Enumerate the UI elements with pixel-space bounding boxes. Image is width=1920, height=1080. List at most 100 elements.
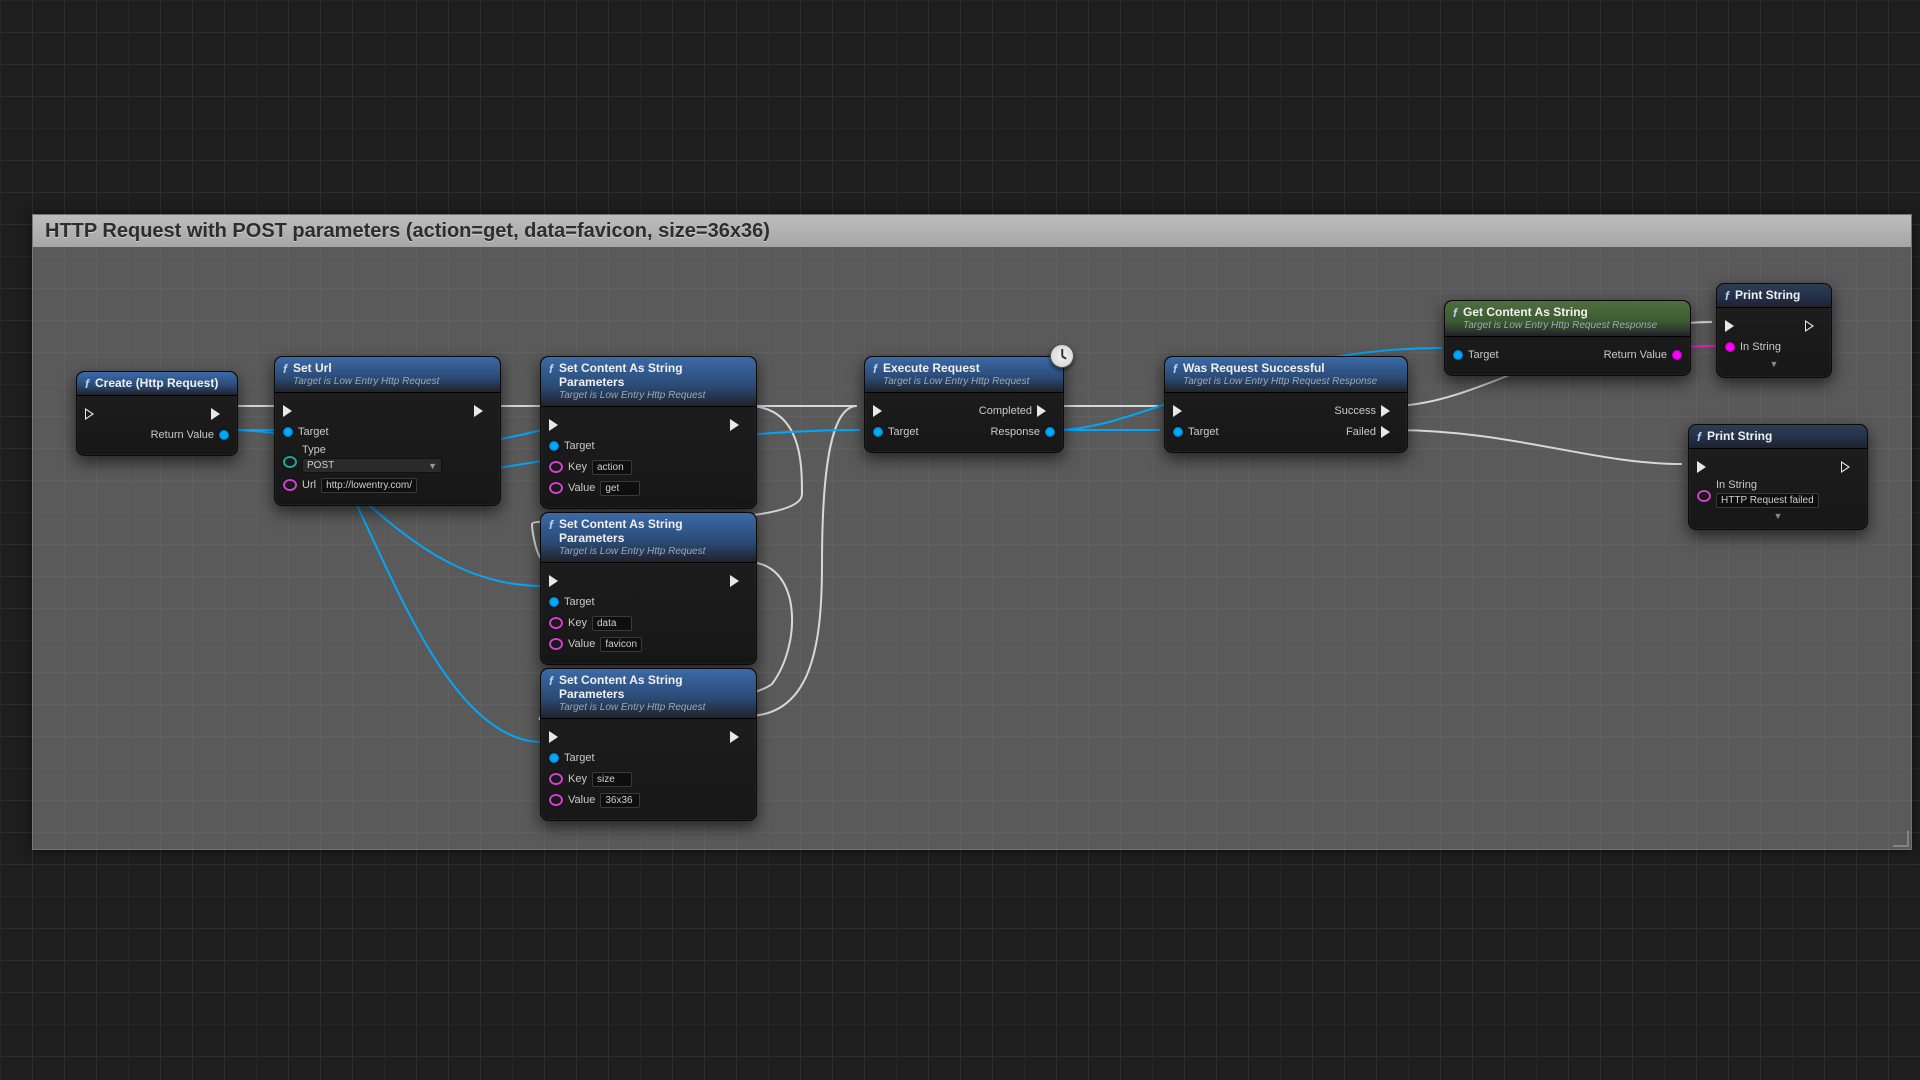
function-icon: f [1697, 431, 1701, 443]
target-in-pin[interactable] [1453, 350, 1463, 360]
node-title: Set Content As String Parameters [559, 361, 748, 389]
node-header[interactable]: f Set Content As String Parameters Targe… [541, 513, 756, 563]
node-set-url[interactable]: f Set Url Target is Low Entry Http Reque… [274, 356, 501, 506]
exec-out-pin[interactable] [1841, 461, 1859, 473]
node-title: Set Content As String Parameters [559, 517, 748, 545]
pin-label: Success [1334, 405, 1376, 417]
type-dropdown[interactable]: POST ▼ [302, 458, 442, 473]
function-icon: f [549, 363, 553, 375]
exec-in-pin[interactable] [1173, 405, 1191, 417]
pin-label: Url [302, 479, 316, 491]
exec-in-pin[interactable] [283, 405, 301, 417]
comment-title[interactable]: HTTP Request with POST parameters (actio… [33, 215, 1911, 247]
exec-in-pin[interactable] [549, 731, 567, 743]
function-icon: f [1453, 307, 1457, 319]
pin-label: Target [888, 426, 919, 438]
target-in-pin[interactable] [283, 427, 293, 437]
function-icon: f [1173, 363, 1177, 375]
in-string-input[interactable]: HTTP Request failed [1716, 493, 1819, 508]
node-header[interactable]: f Create (Http Request) [77, 372, 237, 396]
node-title: Set Url [293, 361, 439, 375]
pin-label: Value [568, 638, 595, 650]
node-header[interactable]: f Set Content As String Parameters Targe… [541, 357, 756, 407]
key-in-pin[interactable] [549, 461, 563, 473]
exec-in-pin[interactable] [873, 405, 891, 417]
node-set-content-3[interactable]: f Set Content As String Parameters Targe… [540, 668, 757, 821]
pin-label: Target [1468, 349, 1499, 361]
value-in-pin[interactable] [549, 638, 563, 650]
dropdown-value: POST [307, 460, 334, 471]
key-input[interactable]: data [592, 616, 632, 631]
exec-in-pin[interactable] [1697, 461, 1715, 473]
target-in-pin[interactable] [549, 597, 559, 607]
exec-out-pin[interactable] [1037, 405, 1055, 417]
node-title: Get Content As String [1463, 305, 1657, 319]
target-in-pin[interactable] [549, 753, 559, 763]
url-in-pin[interactable] [283, 479, 297, 491]
key-input[interactable]: size [592, 772, 632, 787]
key-in-pin[interactable] [549, 617, 563, 629]
exec-out-pin[interactable] [730, 575, 748, 587]
node-title: Create (Http Request) [95, 376, 218, 390]
success-out-pin[interactable] [1381, 405, 1399, 417]
return-out-pin[interactable] [1672, 350, 1682, 360]
exec-in-pin[interactable] [85, 408, 103, 420]
node-print-string-1[interactable]: f Print String In String ▼ [1716, 283, 1832, 378]
data-out-pin[interactable] [219, 430, 229, 440]
pin-label: Target [564, 440, 595, 452]
pin-label: Target [298, 426, 329, 438]
node-header[interactable]: f Get Content As String Target is Low En… [1445, 301, 1690, 337]
node-execute-request[interactable]: f Execute Request Target is Low Entry Ht… [864, 356, 1064, 453]
value-input[interactable]: get [600, 481, 640, 496]
resize-handle-icon[interactable] [1893, 831, 1909, 847]
value-input[interactable]: 36x36 [600, 793, 640, 808]
node-set-content-2[interactable]: f Set Content As String Parameters Targe… [540, 512, 757, 665]
node-get-content-as-string[interactable]: f Get Content As String Target is Low En… [1444, 300, 1691, 376]
pin-label: Target [564, 752, 595, 764]
exec-in-pin[interactable] [549, 419, 567, 431]
in-string-pin[interactable] [1697, 490, 1711, 502]
value-in-pin[interactable] [549, 794, 563, 806]
exec-in-pin[interactable] [549, 575, 567, 587]
expand-icon[interactable]: ▼ [1697, 511, 1859, 521]
pin-label: Key [568, 617, 587, 629]
response-out-pin[interactable] [1045, 427, 1055, 437]
exec-out-pin[interactable] [730, 419, 748, 431]
exec-out-pin[interactable] [1805, 320, 1823, 332]
node-print-string-2[interactable]: f Print String In String HTTP Request fa… [1688, 424, 1868, 530]
value-input[interactable]: favicon [600, 637, 642, 652]
expand-icon[interactable]: ▼ [1725, 359, 1823, 369]
target-in-pin[interactable] [549, 441, 559, 451]
key-input[interactable]: action [592, 460, 632, 475]
node-header[interactable]: f Set Url Target is Low Entry Http Reque… [275, 357, 500, 393]
node-create-http-request[interactable]: f Create (Http Request) Return Value [76, 371, 238, 456]
function-icon: f [1725, 290, 1729, 302]
target-in-pin[interactable] [873, 427, 883, 437]
key-in-pin[interactable] [549, 773, 563, 785]
node-header[interactable]: f Execute Request Target is Low Entry Ht… [865, 357, 1063, 393]
function-icon: f [873, 363, 877, 375]
exec-out-pin[interactable] [474, 405, 492, 417]
target-in-pin[interactable] [1173, 427, 1183, 437]
type-in-pin[interactable] [283, 456, 297, 468]
pin-label: Return Value [1604, 349, 1667, 361]
exec-out-pin[interactable] [211, 408, 229, 420]
url-input[interactable]: http://lowentry.com/ [321, 478, 417, 493]
node-set-content-1[interactable]: f Set Content As String Parameters Targe… [540, 356, 757, 509]
node-header[interactable]: f Print String [1717, 284, 1831, 308]
exec-out-pin[interactable] [730, 731, 748, 743]
node-header[interactable]: f Print String [1689, 425, 1867, 449]
latent-clock-icon [1050, 344, 1074, 368]
function-icon: f [85, 378, 89, 390]
node-header[interactable]: f Was Request Successful Target is Low E… [1165, 357, 1407, 393]
node-was-request-successful[interactable]: f Was Request Successful Target is Low E… [1164, 356, 1408, 453]
pin-label: Completed [979, 405, 1032, 417]
node-header[interactable]: f Set Content As String Parameters Targe… [541, 669, 756, 719]
exec-in-pin[interactable] [1725, 320, 1743, 332]
in-string-pin[interactable] [1725, 342, 1735, 352]
value-in-pin[interactable] [549, 482, 563, 494]
node-subtitle: Target is Low Entry Http Request Respons… [1183, 376, 1377, 387]
failed-out-pin[interactable] [1381, 426, 1399, 438]
pin-label: Target [1188, 426, 1219, 438]
pin-label: Response [990, 426, 1040, 438]
